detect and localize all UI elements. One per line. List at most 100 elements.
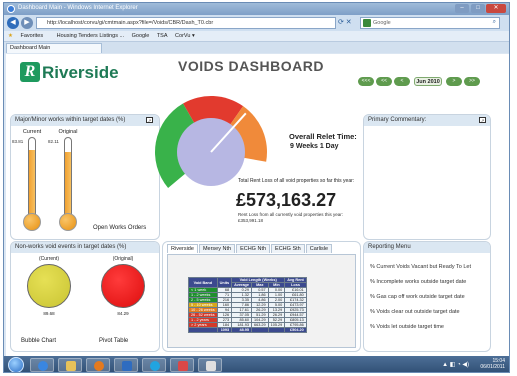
void-band-cell: 10 - 26 weeks [188,307,218,313]
panel-title: Non-works void events in target dates (%… [11,242,159,253]
clock-date: 06/01/2011 [480,364,505,370]
col-average: Average [231,282,252,288]
thermometer-value: 82.11 [48,139,59,144]
internet-explorer-icon [7,5,15,13]
google-icon [363,19,371,27]
address-toolbar: ◀ ▶ http://localhost/corvu/gi/cmtmain.as… [4,15,509,31]
page-title: VOIDS DASHBOARD [178,58,324,74]
prev-month-button[interactable]: < [394,77,410,86]
system-tray-icons[interactable]: ▲ ◧ ◔ ◀) [442,361,469,368]
pivot-table-link[interactable]: Pivot Table [99,338,128,344]
report-link-clear-out[interactable]: % Voids clear out outside target date [370,309,460,315]
next-year-button[interactable]: >> [464,77,480,86]
edit-expand-icon[interactable]: ↗ [479,117,486,123]
rent-loss-amount: £573,163.27 [236,190,337,210]
star-icon: ★ [8,33,13,39]
taskbar-outlook[interactable] [114,358,138,372]
internet-explorer-icon [38,361,48,371]
tab-carlisle[interactable]: Carlisle [305,244,333,253]
thermometer-label: Current [22,129,42,135]
thermometer-label: Original [58,129,78,135]
taskbar-app-6[interactable] [170,358,194,372]
thermometer-fill [29,150,35,214]
favorites-bar: ★ Favorites Housing Tenders Listings ...… [4,31,509,42]
favorites-button[interactable]: ★ Favorites [8,33,49,39]
start-button[interactable] [8,357,24,372]
thermometer-fill [65,151,71,214]
tab-echg-nth[interactable]: ECHG Nth [236,244,271,253]
table-cell: 48.95 [231,327,252,333]
area-tabs-panel: Riverside Mersey Nth ECHG Nth ECHG Sth Carli… [162,241,361,352]
taskbar-media[interactable] [86,358,110,372]
favorite-housing-tenders[interactable]: Housing Tenders Listings ... [57,33,124,39]
window-icon [206,361,216,371]
taskbar-ie[interactable] [30,358,54,372]
table-cell: 1093 [216,327,233,333]
col-avg-rent: Avg Rent [284,277,307,283]
window-title: Dashboard Main - Windows Internet Explor… [18,5,138,11]
prev-year-button[interactable]: << [376,77,392,86]
skype-icon [150,361,160,371]
first-period-button[interactable]: <<< [358,77,374,86]
refresh-stop-icons[interactable]: ⟳ ✕ [338,18,352,26]
title-bar: Dashboard Main - Windows Internet Explor… [4,3,509,15]
current-thermometer: Current 83.81 [12,129,43,239]
bubble-chart-link[interactable]: Bubble Chart [21,338,56,344]
table-total-row: 1093 48.95 £504.20 [188,327,307,333]
taskbar-explorer[interactable] [58,358,82,372]
taskbar-app-7[interactable] [198,358,222,372]
back-button[interactable]: ◀ [7,17,19,29]
taskbar-skype[interactable] [142,358,166,372]
favorite-tsa[interactable]: TSA [157,33,168,39]
media-icon [94,361,104,371]
tab-riverside[interactable]: Riverside [167,244,198,253]
folder-icon [66,361,76,371]
close-button[interactable]: ✕ [486,4,506,13]
void-band-cell: 5 - 10 weeks [188,302,218,308]
original-thermometer: Original 82.11 [48,129,79,239]
table-body: < 1 week 68 0.29 0.57 0.00 £16.01 1 - 2 weeks 7… [188,287,307,333]
search-placeholder: Google [373,20,391,26]
tab-content: Void Band Units Void Length (Weeks) Avg … [167,254,356,348]
mail-icon [122,361,132,371]
maximize-button[interactable]: □ [471,4,485,13]
report-link-let-outside[interactable]: % Voids let outside target time [370,324,444,330]
open-works-orders-link[interactable]: Open Works Orders [93,225,146,231]
forward-button[interactable]: ▶ [21,17,33,29]
current-period: Jun 2010 [414,77,442,86]
tab-mersey-nth[interactable]: Mersey Nth [198,244,236,253]
report-link-incomplete-works[interactable]: % Incomplete works outside target date [370,279,466,285]
col-group-void-length: Void Length (Weeks) [231,277,286,283]
table-cell [267,327,286,333]
thermometer-value: 83.81 [12,139,24,144]
next-month-button[interactable]: > [446,77,462,86]
logo-text: Riverside [42,63,119,82]
tab-dashboard-main[interactable]: Dashboard Main [6,43,102,53]
col-void-band: Void Band [188,277,218,288]
report-link-gas-cap-off[interactable]: % Gas cap off work outside target date [370,294,465,300]
report-link-vacant-ready[interactable]: % Current Voids Vacant but Ready To Let [370,264,471,270]
favorite-google[interactable]: Google [132,33,150,39]
panel-title: Major/Minor works within target dates (%… [11,115,159,126]
clock[interactable]: 15:04 06/01/2011 [480,358,505,370]
relet-time-label: Overall Relet Time: [289,132,357,141]
thermometer-tube [28,137,36,215]
thermometer-tube [64,137,72,215]
bubble-label-original: (Original) [112,256,134,262]
current-void-rent-loss: Rent Loss from all currently void proper… [238,212,344,223]
panel-title: Primary Commentary: [364,115,490,126]
bubble-current [27,264,71,308]
windows-taskbar: ▲ ◧ ◔ ◀) 15:04 06/01/2011 [4,356,509,372]
favorite-corvu[interactable]: CorVu ▾ [175,33,195,39]
bubble-value-original: 84.29 [117,311,129,316]
search-input[interactable]: Google ⌕ [360,17,500,29]
table-cell [251,327,269,333]
void-length-table: Void Band Units Void Length (Weeks) Avg … [188,277,307,333]
address-input[interactable]: http://localhost/corvu/gi/cmtmain.aspx?f… [36,17,336,29]
void-band-cell: 26 - 52 weeks [188,312,218,318]
app-icon [178,361,188,371]
area-tab-strip: Riverside Mersey Nth ECHG Nth ECHG Sth Carli… [167,244,333,253]
minimize-button[interactable]: – [455,4,469,13]
search-icon[interactable]: ⌕ [493,19,496,26]
tab-echg-sth[interactable]: ECHG Sth [271,244,305,253]
